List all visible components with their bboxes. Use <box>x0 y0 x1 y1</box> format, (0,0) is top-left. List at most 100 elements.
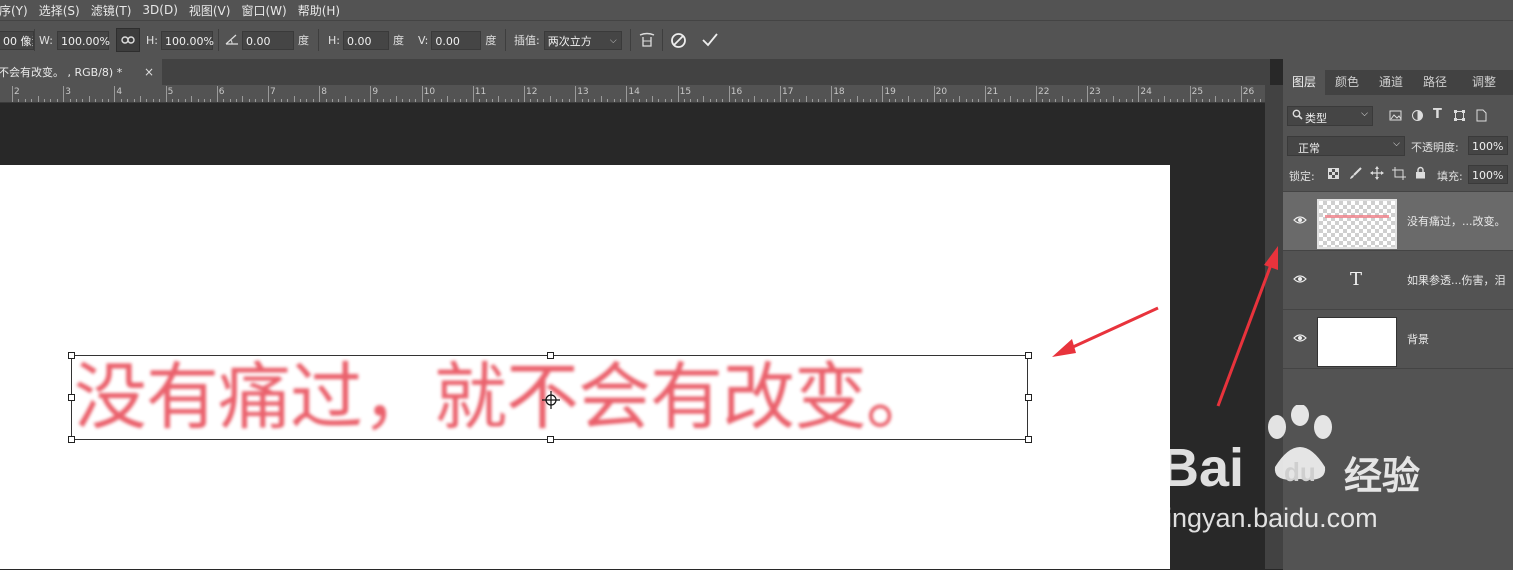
ruler-minor-tick <box>434 99 436 102</box>
ruler-major-tick <box>319 86 321 102</box>
ruler-minor-tick <box>229 99 231 102</box>
ruler-minor-tick <box>197 99 199 102</box>
eye-icon[interactable] <box>1293 331 1307 345</box>
ruler-minor-tick <box>1119 99 1121 102</box>
menu-item[interactable]: 滤镜(T) <box>91 2 144 19</box>
ruler-minor-tick <box>972 99 973 102</box>
tab-color[interactable]: 颜色 <box>1325 70 1369 95</box>
ruler-minor-tick <box>1106 99 1108 102</box>
ruler-minor-tick <box>1125 99 1127 102</box>
transform-handle-top-left[interactable] <box>68 352 75 359</box>
ruler-minor-tick <box>1042 99 1044 102</box>
warp-icon <box>639 32 655 47</box>
smart-object-filter-icon[interactable] <box>1475 109 1487 122</box>
ruler-minor-tick <box>581 99 583 102</box>
opacity-input[interactable]: 100% <box>1468 136 1508 155</box>
shape-filter-icon[interactable] <box>1453 109 1466 122</box>
layer-row-selected[interactable]: 没有痛过，...改变。 <box>1283 191 1513 250</box>
transform-handle-bottom-center[interactable] <box>547 436 554 443</box>
interpolation-select[interactable]: 两次立方 ⌵ <box>543 30 622 50</box>
lock-all-icon[interactable] <box>1415 166 1426 179</box>
ruler-minor-tick <box>248 99 250 102</box>
menu-item[interactable]: 序(Y) <box>0 2 40 19</box>
close-icon[interactable]: × <box>144 65 154 79</box>
ruler-minor-tick <box>741 99 743 102</box>
blend-mode-select[interactable]: 正常 ⌵ <box>1287 136 1405 156</box>
rotate-input[interactable]: 0.00 <box>242 30 294 50</box>
transform-handle-top-right[interactable] <box>1025 352 1032 359</box>
type-filter-icon[interactable]: T <box>1433 107 1442 122</box>
ruler-major-tick <box>626 86 628 102</box>
tab-adjustments[interactable]: 调整 <box>1459 70 1509 95</box>
ruler-minor-tick <box>696 99 698 102</box>
commit-transform-button[interactable] <box>701 21 719 59</box>
pixel-filter-icon[interactable] <box>1389 109 1402 122</box>
tab-paths[interactable]: 路径 <box>1413 70 1457 95</box>
reference-point-icon[interactable] <box>541 390 561 410</box>
ruler-minor-tick <box>1112 96 1114 102</box>
warp-toggle[interactable] <box>638 21 656 59</box>
menu-item[interactable]: 选择(S) <box>39 2 92 19</box>
hskew-input[interactable]: 0.00 <box>342 30 389 50</box>
ruler-major-tick <box>1138 86 1140 102</box>
ruler-minor-tick <box>511 99 513 102</box>
watermark-url: jingyan.baidu.com <box>1160 503 1378 533</box>
ruler-major-tick <box>1240 86 1242 102</box>
tab-layers[interactable]: 图层 <box>1283 70 1325 95</box>
ruler-minor-tick <box>671 99 673 102</box>
tab-channels[interactable]: 通道 <box>1369 70 1413 95</box>
lock-transparent-pixels-icon[interactable] <box>1328 168 1339 179</box>
transform-handle-bottom-right[interactable] <box>1025 436 1032 443</box>
adjustment-filter-icon[interactable] <box>1411 109 1424 122</box>
ruler-minor-tick <box>568 99 570 102</box>
menu-item[interactable]: 3D(D) <box>142 3 189 17</box>
lock-image-pixels-icon[interactable] <box>1349 167 1362 180</box>
menu-item[interactable]: 窗口(W) <box>241 2 298 19</box>
ruler-minor-tick <box>1157 99 1159 102</box>
transform-handle-top-center[interactable] <box>547 352 554 359</box>
vskew-input[interactable]: 0.00 <box>431 30 482 50</box>
transform-handle-middle-left[interactable] <box>68 394 75 401</box>
document-tab[interactable]: 不会有改变。 , RGB/8) * × <box>0 59 162 85</box>
tab-color-label: 颜色 <box>1334 75 1359 89</box>
ruler-major-tick <box>114 86 116 102</box>
ruler-minor-tick <box>120 99 122 102</box>
layer-filter-select[interactable]: 类型 ⌵ <box>1287 106 1373 126</box>
ruler-minor-tick <box>850 99 852 102</box>
eye-icon[interactable] <box>1293 272 1307 286</box>
tab-channels-label: 通道 <box>1378 75 1403 89</box>
options-bar: 00 像素 W: 100.00% H: 100.00% 0.00 度 H: 0.… <box>0 20 1513 59</box>
ruler-minor-tick <box>1048 99 1050 102</box>
ruler-minor-tick <box>767 99 769 102</box>
eye-icon[interactable] <box>1293 213 1307 227</box>
layer-thumbnail <box>1317 199 1397 249</box>
ruler-minor-tick <box>991 99 993 102</box>
transform-handle-middle-right[interactable] <box>1025 394 1032 401</box>
height-input[interactable]: 100.00% <box>160 30 214 50</box>
ruler-minor-tick <box>146 99 148 102</box>
fill-input[interactable]: 100% <box>1468 165 1508 184</box>
ruler-minor-tick <box>837 99 839 102</box>
cancel-transform-button[interactable] <box>670 21 687 59</box>
transform-handle-bottom-left[interactable] <box>68 436 75 443</box>
ruler-major-tick <box>63 86 65 102</box>
layer-row[interactable]: 背景 <box>1283 309 1513 368</box>
menu-item[interactable]: 帮助(H) <box>298 2 352 19</box>
ruler-minor-tick <box>940 99 941 102</box>
link-icon[interactable] <box>116 28 140 52</box>
lock-artboard-icon[interactable] <box>1392 167 1406 180</box>
ruler-minor-tick <box>1228 99 1229 102</box>
ruler-minor-tick <box>1080 99 1082 102</box>
width-input[interactable]: 100.00% <box>56 30 110 50</box>
ruler-minor-tick <box>844 99 845 102</box>
ruler-minor-tick <box>69 99 71 102</box>
ruler-minor-tick <box>959 96 961 102</box>
checkmark-icon <box>702 33 718 47</box>
ruler-minor-tick <box>332 99 333 102</box>
layer-row[interactable]: T 如果参透...伤害，泪 <box>1283 250 1513 309</box>
lock-position-icon[interactable] <box>1370 166 1384 180</box>
interpolation-value: 两次立方 <box>547 34 592 48</box>
reference-value-field[interactable]: 00 像素 <box>0 30 34 50</box>
menu-item[interactable]: 视图(V) <box>189 2 243 19</box>
angle-icon <box>225 33 239 48</box>
